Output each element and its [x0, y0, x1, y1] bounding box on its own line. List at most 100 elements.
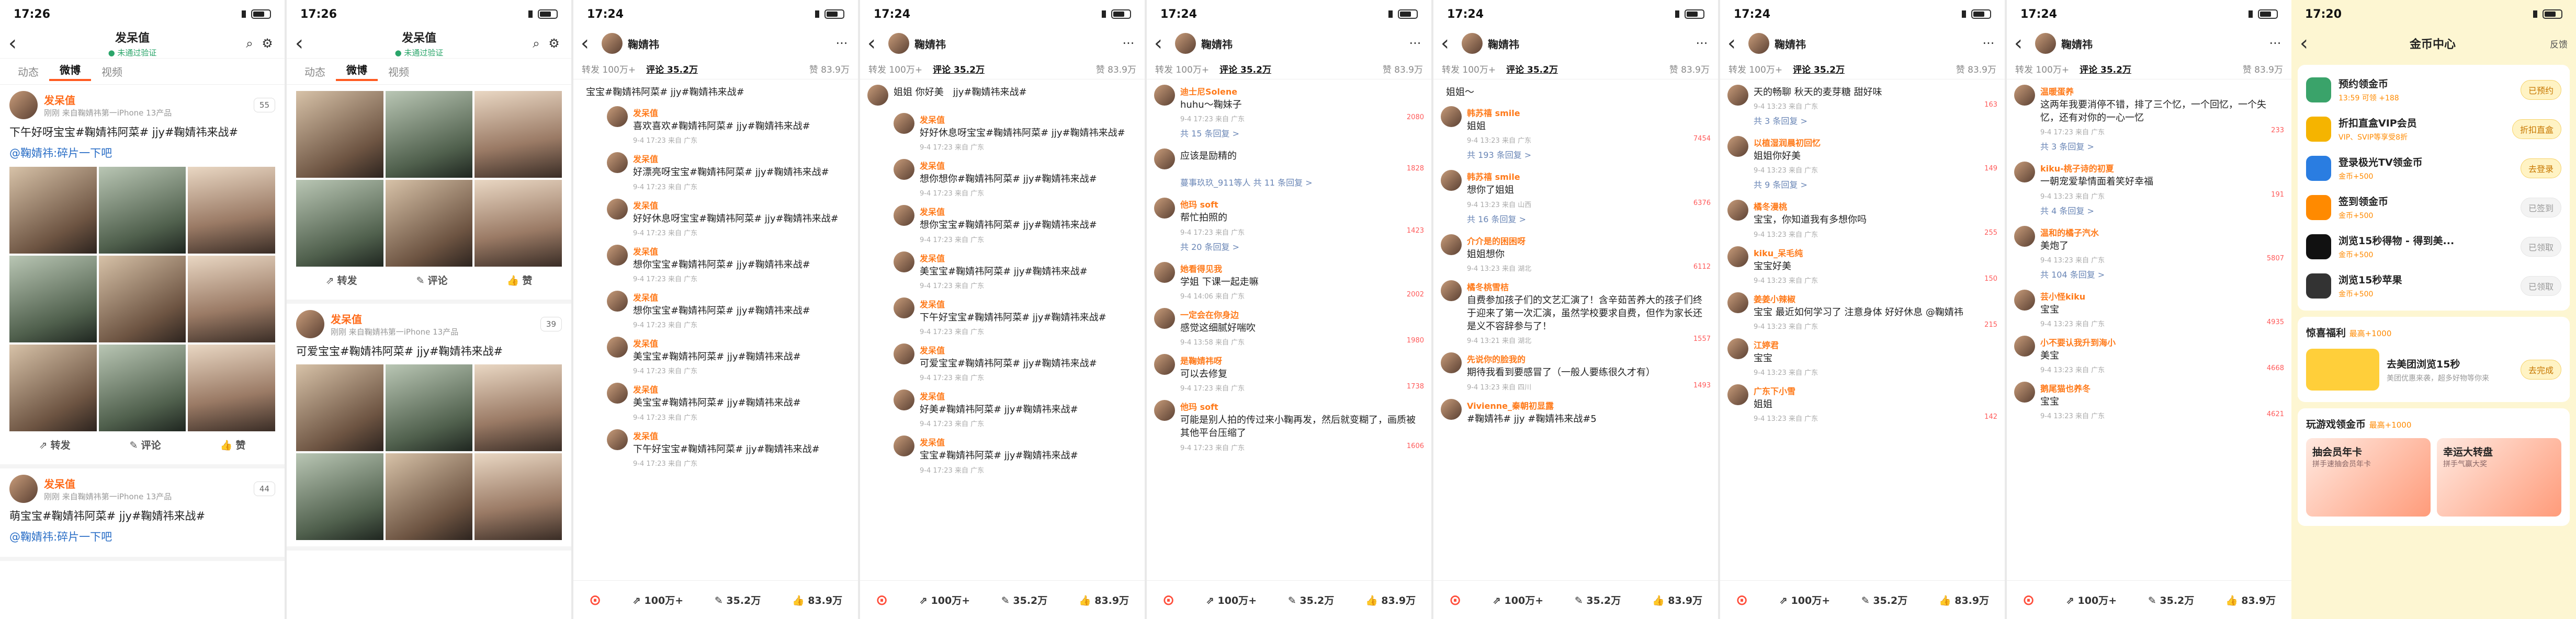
game-card[interactable]: 抽会员年卡 拼手速抽会员年卡 [2306, 438, 2431, 517]
comment-item[interactable]: 姐姐 你好美 jjy#鞠婧祎来战# [860, 79, 1145, 108]
poster-name[interactable]: 鞠婧祎 [1488, 36, 1688, 51]
avatar[interactable] [1441, 398, 1462, 420]
comment-author[interactable]: 发呆值 [633, 245, 851, 257]
tab-likes[interactable]: 赞 83.9万 [809, 62, 850, 75]
avatar[interactable] [1727, 246, 1748, 267]
more-icon[interactable]: ··· [1406, 36, 1424, 51]
more-icon[interactable]: ··· [1980, 36, 1997, 51]
quote-icon[interactable]: ⊙ [589, 591, 601, 609]
photo[interactable] [474, 91, 562, 178]
comment-item[interactable]: 江婷君 宝宝 9-4 13:23 来自 广东 [1720, 333, 2005, 379]
comment-item[interactable]: 应该是励精的 1828 [1147, 143, 1431, 175]
comment-author[interactable]: 发呆值 [633, 199, 851, 211]
repost-text[interactable]: @鞠婧祎:碎片一下吧 [9, 529, 275, 545]
gear-icon[interactable]: ⚙ [258, 36, 276, 51]
tab-reposts[interactable]: 转发 100万+ [868, 62, 922, 75]
back-icon[interactable]: ‹ [8, 33, 24, 54]
avatar[interactable] [894, 297, 914, 318]
comment-author[interactable]: 鹅尾猫也养冬 [2040, 382, 2284, 394]
back-icon[interactable]: ‹ [867, 33, 883, 54]
share-button[interactable]: ⇗ 100万+ [919, 593, 970, 607]
quote-icon[interactable]: ⊙ [1162, 591, 1174, 609]
avatar[interactable] [1441, 170, 1462, 191]
avatar[interactable] [1727, 384, 1748, 406]
photo[interactable] [98, 255, 186, 342]
avatar[interactable] [1727, 136, 1748, 157]
photo[interactable] [98, 344, 186, 431]
comment-author[interactable]: kiku-桃子诗的初夏 [2040, 162, 2284, 174]
avatar[interactable] [894, 159, 914, 180]
avatar[interactable] [2035, 33, 2056, 54]
avatar[interactable] [1154, 307, 1175, 329]
tab-video[interactable]: 视频 [91, 64, 133, 79]
comment-like-count[interactable]: 142 [1984, 413, 1997, 423]
post-author[interactable]: 发呆值 [44, 94, 75, 107]
quote-icon[interactable]: ⊙ [1736, 591, 1748, 609]
avatar[interactable] [894, 113, 914, 134]
comment-like-count[interactable]: 5807 [2267, 255, 2284, 265]
comment-author[interactable]: 一定会在你身边 [1180, 308, 1424, 320]
game-card[interactable]: 幸运大转盘 拼手气赢大奖 [2437, 438, 2561, 517]
photo[interactable] [296, 91, 383, 178]
avatar[interactable] [607, 383, 628, 404]
more-replies-link[interactable]: 共 20 条回复 > [1147, 239, 1431, 257]
task-button[interactable]: 已领取 [2520, 236, 2561, 257]
tab-likes[interactable]: 赞 83.9万 [1956, 62, 1996, 75]
comment-author[interactable]: 发呆值 [920, 159, 1137, 171]
avatar[interactable] [1441, 352, 1462, 374]
comment-author[interactable]: 他玛 soft [1180, 198, 1424, 210]
comment-author[interactable]: 发呆值 [920, 389, 1137, 402]
comment-item[interactable]: 姜姜小辣椒 宝宝 最近如何学习了 注意身体 好好休息 @鞠婧祎 9-4 13:23 … [1720, 287, 2005, 333]
comment-item[interactable]: 发呆值 好好休息呀宝宝#鞠婧祎阿菜# jjy#鞠婧祎来战# 9-4 17:23 来自… [860, 108, 1145, 154]
avatar[interactable] [1441, 280, 1462, 301]
comment-item[interactable]: 橘冬漫桃 宝宝，你知道我有多想你吗 9-4 13:23 来自 广东 255 [1720, 194, 2005, 240]
photo[interactable] [385, 180, 473, 267]
tab-likes[interactable]: 赞 83.9万 [1383, 62, 1423, 75]
more-replies-link[interactable]: 共 3 条回复 > [2007, 139, 2291, 156]
comment-item[interactable]: 韩苏禧 smile 姐姐 9-4 13:23 来自 广东 7454 [1433, 101, 1718, 147]
comment-item[interactable]: 发呆值 好好休息呀宝宝#鞠婧祎阿菜# jjy#鞠婧祎来战# 9-4 17:23 来自… [573, 193, 858, 239]
post-card[interactable]: ⇗ 转发 ✎ 评论 👍 赞 [287, 85, 571, 304]
comment-author[interactable]: 温暖蛋养 [2040, 85, 2284, 97]
avatar[interactable] [1154, 353, 1175, 375]
like-button[interactable]: 👍 83.9万 [1652, 593, 1702, 607]
avatar[interactable] [607, 152, 628, 174]
avatar[interactable] [296, 310, 324, 338]
more-icon[interactable]: ··· [833, 36, 851, 51]
comment-item[interactable]: 鹅尾猫也养冬 宝宝 9-4 13:23 来自 广东 4621 [2007, 376, 2291, 422]
avatar[interactable] [1441, 234, 1462, 255]
comment-like-count[interactable]: 1557 [1693, 335, 1711, 345]
avatar[interactable] [894, 389, 914, 411]
avatar[interactable] [1154, 400, 1175, 421]
avatar[interactable] [867, 85, 888, 106]
post-card[interactable]: 发呆值 刚刚 来自鞠婧祎第一iPhone 13产品 55 下午好呀宝宝#鞠婧祎阿菜#… [0, 85, 285, 468]
comment-author[interactable]: 江婷君 [1754, 338, 1997, 351]
poster-name[interactable]: 鞠婧祎 [628, 36, 828, 51]
comment-author[interactable]: 发呆值 [633, 152, 851, 165]
avatar[interactable] [607, 290, 628, 312]
comment-like-count[interactable]: 1738 [1407, 383, 1424, 393]
comment-item[interactable]: 迪士尼Solene huhu～鞠妹子 9-4 17:23 来自 广东 2080 [1147, 79, 1431, 125]
photo[interactable] [188, 255, 275, 342]
comment-author[interactable]: 他玛 soft [1180, 400, 1424, 412]
photo[interactable] [9, 344, 97, 431]
task-item[interactable]: 折扣直盒VIP会员 VIP、SVIP等享受8折 折扣直盒 [2298, 109, 2570, 148]
comment-item[interactable]: kiku-桃子诗的初夏 一朝宠爱挚情面着笑好幸福 9-4 13:23 来自 广东 19… [2007, 156, 2291, 202]
avatar[interactable] [2014, 382, 2035, 403]
avatar[interactable] [1462, 33, 1483, 54]
photo[interactable] [9, 255, 97, 342]
comment-author[interactable]: 韩苏禧 smile [1467, 106, 1711, 119]
like-button[interactable]: 👍 83.9万 [2225, 593, 2276, 607]
comment-item[interactable]: 他玛 soft 帮忙拍照的 9-4 17:23 来自 广东 1423 [1147, 192, 1431, 238]
tab-reposts[interactable]: 转发 100万+ [1155, 62, 1209, 75]
photo[interactable] [296, 364, 383, 452]
task-item[interactable]: 浏览15秒苹果 金币+500 已领取 [2298, 266, 2570, 305]
comment-item[interactable]: 他玛 soft 可能是别人拍的传过来小鞠再发，然后就变糊了，画质被其他平台压缩了 9… [1147, 395, 1431, 454]
more-replies-link[interactable]: 共 15 条回复 > [1147, 125, 1431, 143]
photo[interactable] [296, 453, 383, 541]
share-button[interactable]: ⇗ 100万+ [1206, 593, 1257, 607]
poster-name[interactable]: 鞠婧祎 [1201, 36, 1401, 51]
comment-item[interactable]: 姐姐～ [1433, 79, 1718, 101]
avatar[interactable] [1748, 33, 1769, 54]
tab-comments[interactable]: 评论 35.2万 [2080, 62, 2131, 75]
